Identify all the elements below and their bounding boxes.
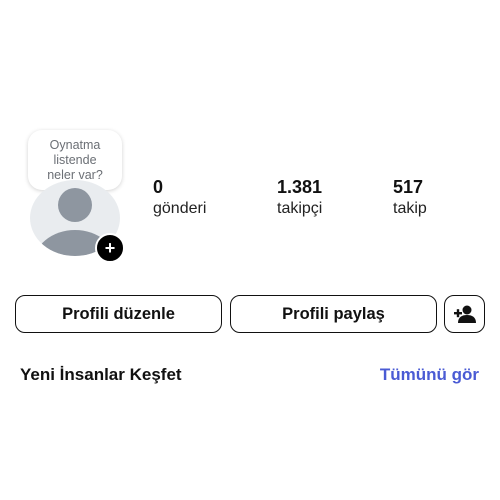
following-count: 517 xyxy=(393,177,424,197)
posts-label: gönderi xyxy=(153,200,207,217)
edit-profile-label: Profili düzenle xyxy=(62,304,175,323)
following-label: takip xyxy=(393,200,427,217)
see-all-link[interactable]: Tümünü gör xyxy=(380,364,479,386)
stat-posts[interactable]: 0 gönderi xyxy=(153,176,206,220)
share-profile-label: Profili paylaş xyxy=(282,304,385,323)
stat-followers[interactable]: 1.381 takipçi xyxy=(277,176,322,220)
followers-count: 1.381 xyxy=(277,177,323,197)
posts-count: 0 xyxy=(153,177,164,197)
plus-icon: + xyxy=(104,238,116,258)
add-story-button[interactable]: + xyxy=(95,233,125,263)
edit-profile-button[interactable]: Profili düzenle xyxy=(15,295,222,333)
discover-people-title: Yeni İnsanlar Keşfet xyxy=(20,365,182,384)
avatar-head xyxy=(58,188,92,222)
notes-bubble-line-1: Oynatma xyxy=(49,137,101,152)
followers-label: takipçi xyxy=(277,200,323,217)
stat-following[interactable]: 517 takip xyxy=(393,176,427,220)
notes-bubble-line-2: listende xyxy=(53,152,97,167)
person-add-icon xyxy=(453,305,476,323)
discover-people-button[interactable] xyxy=(444,295,485,333)
share-profile-button[interactable]: Profili paylaş xyxy=(230,295,437,333)
